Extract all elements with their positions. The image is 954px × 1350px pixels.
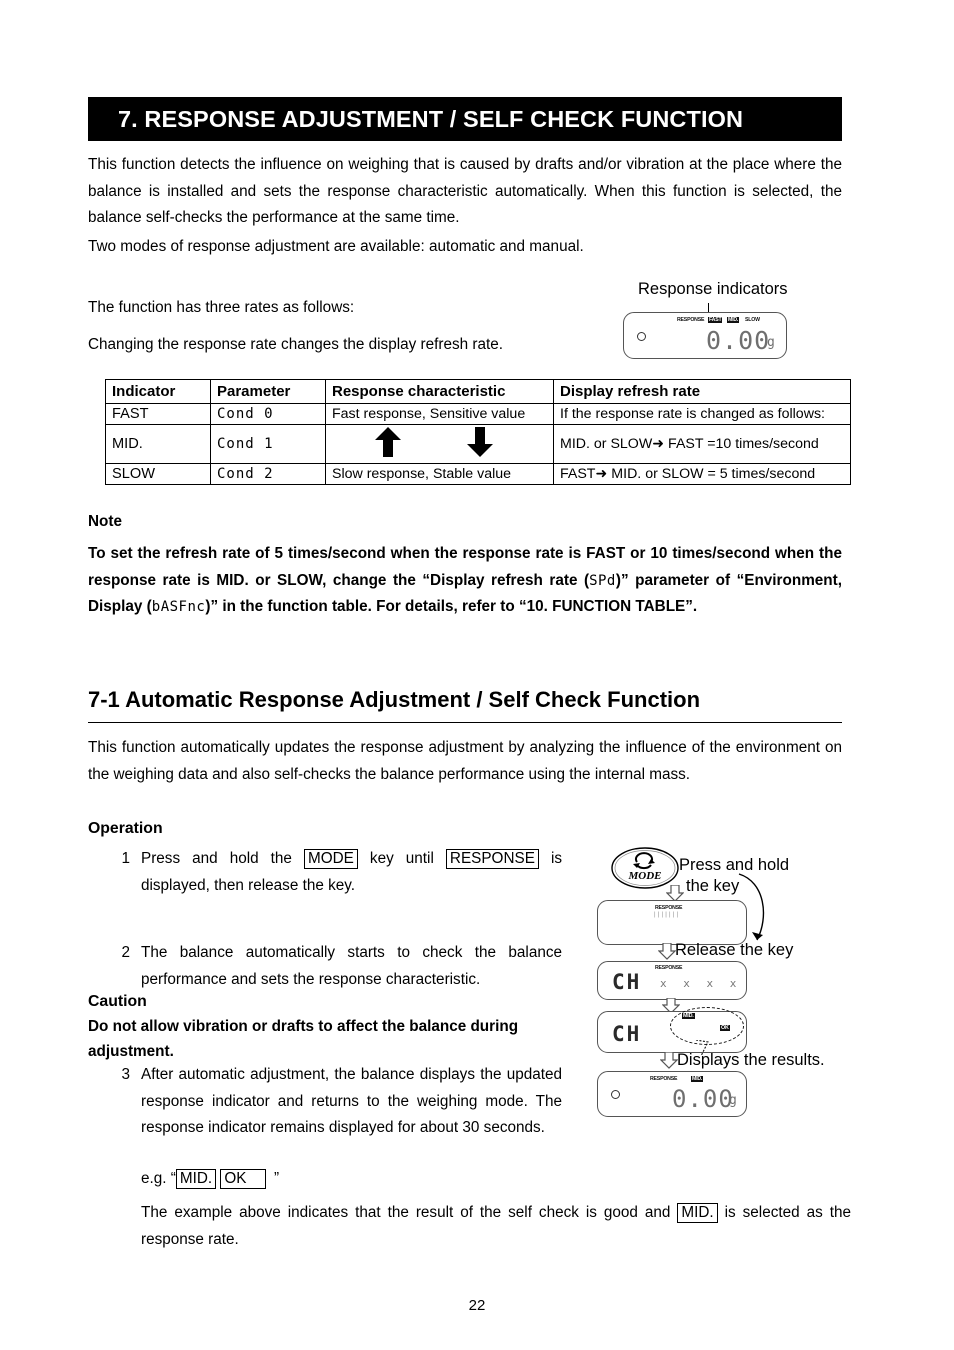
intro-paragraph-3: The function has three rates as follows: (88, 299, 355, 316)
step-1-text: Press and hold the MODE key until RESPON… (141, 846, 562, 899)
lcd-panel-blank-response-word: RESPONSE (655, 905, 683, 911)
step-2-text: The balance automatically starts to chec… (141, 944, 562, 988)
intro-paragraph-4: Changing the response rate changes the d… (88, 336, 503, 353)
bubble-badge-ok: OK (720, 1025, 730, 1031)
lcd-response-word: RESPONSE (677, 317, 705, 323)
stability-mark-icon (637, 331, 646, 341)
down-flow-arrow-2-icon (658, 943, 676, 960)
flash-ticks-icon: | | | | | | | (654, 912, 679, 918)
intro-paragraph-1: This function detects the influence on w… (88, 156, 842, 226)
section-banner-title: 7. RESPONSE ADJUSTMENT / SELF CHECK FUNC… (118, 105, 744, 132)
operation-step-3: 3 After automatic adjustment, the balanc… (110, 1062, 562, 1142)
cell-parameter-cond0: Cond 0 (210, 403, 326, 425)
closing-indicator-mid-box: MID. (677, 1203, 718, 1223)
lcd-panel-ch-secondary: x x x x (660, 977, 742, 990)
closing-paragraph: The example above indicates that the res… (141, 1200, 851, 1253)
refresh-circular-arrow-icon (633, 852, 655, 870)
lcd-panel-blank: RESPONSE | | | | | | | (597, 900, 747, 945)
step-1-number: 1 (121, 850, 130, 867)
example-indicator-ok-box: OK (220, 1169, 266, 1189)
response-indicators-label: Response indicators (638, 280, 788, 298)
note-param-basfnc: bASFnc (151, 599, 206, 615)
th-parameter: Parameter (210, 379, 326, 404)
th-characteristic: Response characteristic (325, 379, 554, 404)
response-display-box: RESPONSE (445, 849, 539, 869)
lcd-panel-ch-main: CH (612, 970, 642, 994)
example-prefix: e.g. “ (141, 1170, 176, 1187)
cell-parameter-cond2: Cond 2 (210, 463, 326, 485)
cell-refresh-mid: MID. or SLOW➜ FAST =10 times/second (553, 424, 851, 464)
lcd-panel-weighing-response-word: RESPONSE (650, 1076, 678, 1082)
caption-displays-the-results: Displays the results. (677, 1051, 825, 1069)
cell-arrows (325, 424, 554, 464)
step-3-number: 3 (121, 1066, 130, 1083)
note-param-spd: SPd (589, 572, 616, 589)
subsection-rule (88, 722, 842, 723)
step-3-example: e.g. “MID. OK ” (141, 1166, 279, 1192)
table-row: FAST Cond 0 Fast response, Sensitive val… (105, 403, 851, 425)
example-suffix: ” (274, 1170, 280, 1187)
page-number: 22 (468, 1297, 486, 1314)
step-2-number: 2 (121, 944, 130, 961)
cell-characteristic-slow: Slow response, Stable value (325, 463, 554, 485)
up-arrow-icon (374, 427, 402, 457)
cell-parameter-cond1: Cond 1 (210, 424, 326, 464)
note-text-c: )” in the function table. For details, r… (205, 598, 698, 615)
table-row: MID. Cond 1 MID. or SLOW➜ FAST =10 times (105, 424, 851, 464)
lcd-value: 0.00 (706, 326, 771, 355)
svg-text:MODE: MODE (627, 870, 661, 882)
note-heading: Note (88, 513, 122, 530)
table-header-row: Indicator Parameter Response characteris… (105, 379, 851, 404)
caption-release-the-key: Release the key (675, 941, 794, 959)
stability-mark-icon (611, 1090, 620, 1099)
th-indicator: Indicator (105, 379, 211, 404)
example-indicator-mid-box: MID. (175, 1169, 217, 1189)
operation-heading: Operation (88, 820, 163, 837)
caution-heading: Caution (88, 993, 147, 1010)
subsection-heading: 7-1 Automatic Response Adjustment / Self… (88, 687, 701, 712)
response-rate-table: Indicator Parameter Response characteris… (105, 379, 851, 485)
cell-refresh-fast: FAST➜ MID. or SLOW = 5 times/second (553, 463, 851, 485)
lcd-indicator-fast: FAST (708, 317, 723, 323)
subsection-paragraph: This function automatically updates the … (88, 739, 842, 783)
lcd-panel-weighing-indicator-mid: MID. (691, 1076, 704, 1082)
caption-the-key: the key (686, 877, 740, 895)
lcd-panel-weighing-unit: g (729, 1093, 737, 1108)
operation-step-1: 1 Press and hold the MODE key until RESP… (110, 846, 562, 899)
mode-key-label-box[interactable]: MODE (303, 849, 358, 869)
step-1-text-a: Press and hold the (141, 850, 304, 867)
cell-indicator-slow: SLOW (105, 463, 211, 485)
cell-refresh-intro: If the response rate is changed as follo… (553, 403, 851, 425)
cell-characteristic-fast: Fast response, Sensitive value (325, 403, 554, 425)
intro-paragraph-2: Two modes of response adjustment are ava… (88, 238, 584, 255)
down-flow-arrow-4-icon (660, 1052, 678, 1069)
lcd-unit: g (767, 335, 775, 350)
step-3-text: After automatic adjustment, the balance … (141, 1066, 562, 1136)
note-body: To set the refresh rate of 5 times/secon… (88, 541, 842, 621)
cell-indicator-fast: FAST (105, 403, 211, 425)
caution-text: Do not allow vibration or drafts to affe… (88, 1018, 519, 1060)
table-row: SLOW Cond 2 Slow response, Stable value … (105, 463, 851, 485)
section-banner: 7. RESPONSE ADJUSTMENT / SELF CHECK FUNC… (88, 97, 842, 141)
lcd-panel-ch-response-word: RESPONSE (655, 965, 683, 971)
lcd-panel-ch-checking: RESPONSE CH x x x x (597, 961, 747, 1000)
step-1-text-b: key until (357, 850, 446, 867)
lcd-panel-result-main: CH (612, 1022, 642, 1046)
document-page: 7. RESPONSE ADJUSTMENT / SELF CHECK FUNC… (0, 0, 954, 1350)
bubble-badge-mid: MID. (682, 1013, 695, 1019)
cell-indicator-mid: MID. (105, 424, 211, 464)
operation-step-2: 2 The balance automatically starts to ch… (110, 940, 562, 993)
lcd-panel-weighing: RESPONSE MID. 0.00 g (597, 1071, 747, 1117)
mode-key-illustration[interactable]: MODE (610, 846, 680, 890)
closing-text-a: The example above indicates that the res… (141, 1204, 678, 1221)
lcd-indicator-mid: MID. (727, 317, 740, 323)
th-refresh: Display refresh rate (553, 379, 851, 404)
down-arrow-icon (466, 427, 494, 457)
lcd-panel-top: RESPONSE FAST MID. SLOW 0.00 g (623, 312, 787, 359)
lcd-indicator-slow: SLOW (745, 317, 760, 323)
lcd-panel-weighing-value: 0.00 (672, 1085, 734, 1113)
